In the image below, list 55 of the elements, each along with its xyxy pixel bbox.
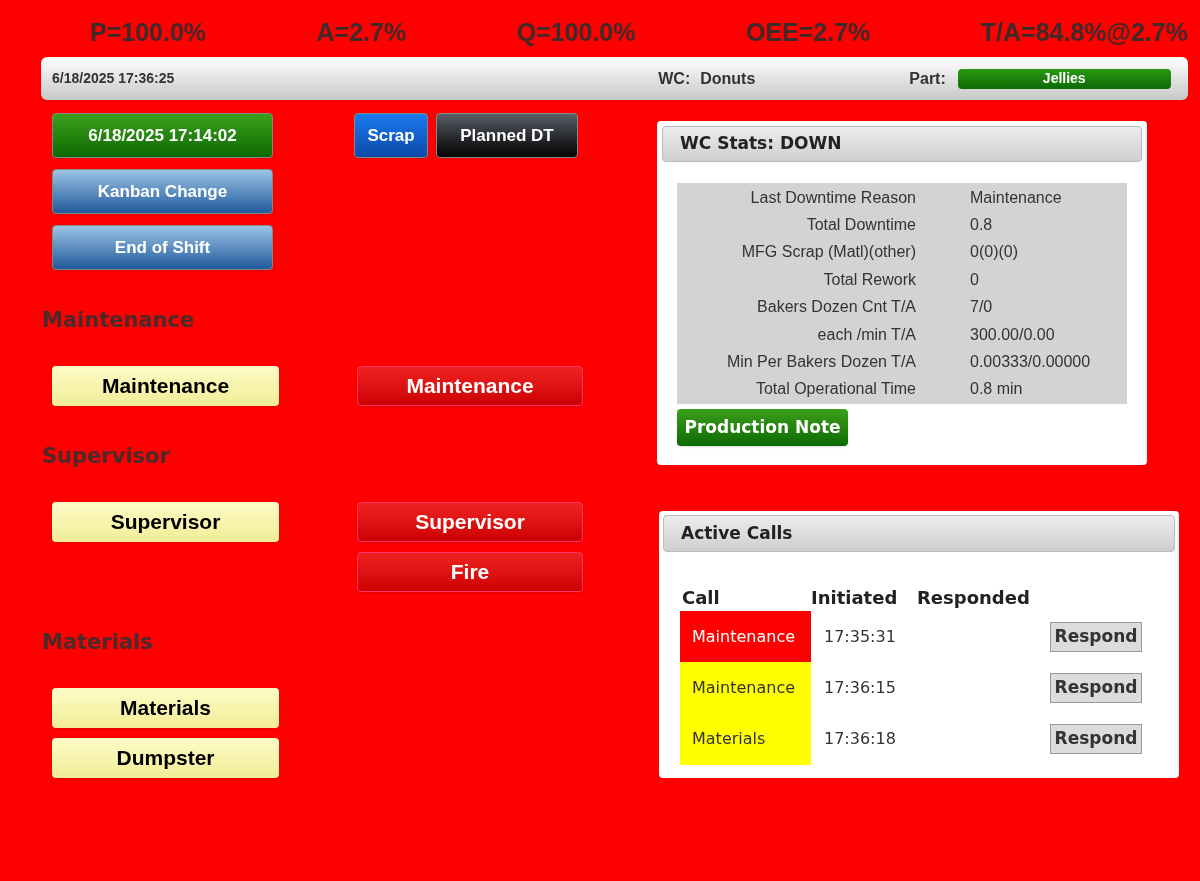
wc-value: Donuts (700, 68, 756, 89)
wc-label: WC: (658, 68, 691, 89)
active-calls-title: Active Calls (663, 515, 1175, 552)
call-cell: Materials (680, 713, 811, 765)
section-heading: Materials (42, 630, 154, 654)
current-datetime: 6/18/2025 17:36:25 (52, 69, 175, 88)
stat-label: Total Downtime (805, 215, 916, 236)
column-header: Responded (917, 586, 1030, 610)
respond-button[interactable]: Respond (1050, 621, 1142, 652)
stat-label: Min Per Bakers Dozen T/A (725, 352, 916, 373)
initiated-time: 17:36:15 (824, 676, 897, 699)
active-call-button[interactable]: Supervisor (357, 502, 583, 542)
stat-value: 300.00/0.00 (970, 324, 1055, 345)
stat-value: 0.00333/0.00000 (970, 352, 1091, 373)
stat-label: each /min T/A (816, 324, 916, 345)
production-note-button[interactable]: Production Note (677, 409, 848, 447)
metric-value: Q=100.0% (516, 20, 636, 48)
call-button[interactable]: Dumpster (52, 738, 279, 778)
call-cell: Maintenance (680, 662, 811, 714)
stat-label: Total Rework (822, 269, 916, 290)
part-value: Jellies (957, 68, 1171, 89)
active-call-button[interactable]: Maintenance (357, 366, 583, 406)
initiated-time: 17:35:31 (824, 625, 897, 648)
action-button[interactable]: Kanban Change (52, 169, 273, 214)
initiated-time: 17:36:18 (824, 728, 897, 751)
section-heading: Supervisor (42, 444, 171, 468)
call-button[interactable]: Supervisor (52, 502, 279, 542)
action-button[interactable]: Planned DT (436, 113, 578, 158)
column-header: Call (681, 586, 721, 610)
stat-value: 0.8 (970, 215, 993, 236)
metric-value: T/A=84.8%@2.7% (980, 20, 1188, 48)
metric-value: A=2.7% (316, 20, 407, 48)
stat-label: Total Operational Time (754, 379, 916, 400)
respond-button[interactable]: Respond (1050, 672, 1142, 703)
call-cell: Maintenance (680, 611, 811, 663)
action-button[interactable]: 6/18/2025 17:14:02 (52, 113, 273, 158)
metric-value: OEE=2.7% (745, 20, 871, 48)
stat-value: 7/0 (970, 297, 993, 318)
call-button[interactable]: Materials (52, 688, 279, 728)
metric-value: P=100.0% (90, 20, 207, 48)
action-button[interactable]: Scrap (354, 113, 428, 158)
column-header: Initiated (811, 586, 899, 610)
stat-label: Last Downtime Reason (749, 187, 916, 208)
stat-value: 0.8 min (970, 379, 1023, 400)
part-label: Part: (909, 68, 946, 89)
stat-value: Maintenance (970, 187, 1062, 208)
respond-button[interactable]: Respond (1050, 724, 1142, 755)
active-call-button[interactable]: Fire (357, 552, 583, 592)
stat-value: 0(0)(0) (970, 242, 1018, 263)
stat-label: Bakers Dozen Cnt T/A (756, 297, 916, 318)
call-button[interactable]: Maintenance (52, 366, 279, 406)
stat-value: 0 (970, 269, 979, 290)
stat-label: MFG Scrap (Matl)(other) (740, 242, 916, 263)
wc-stats-title: WC Stats: DOWN (662, 126, 1142, 162)
section-heading: Maintenance (42, 308, 196, 332)
